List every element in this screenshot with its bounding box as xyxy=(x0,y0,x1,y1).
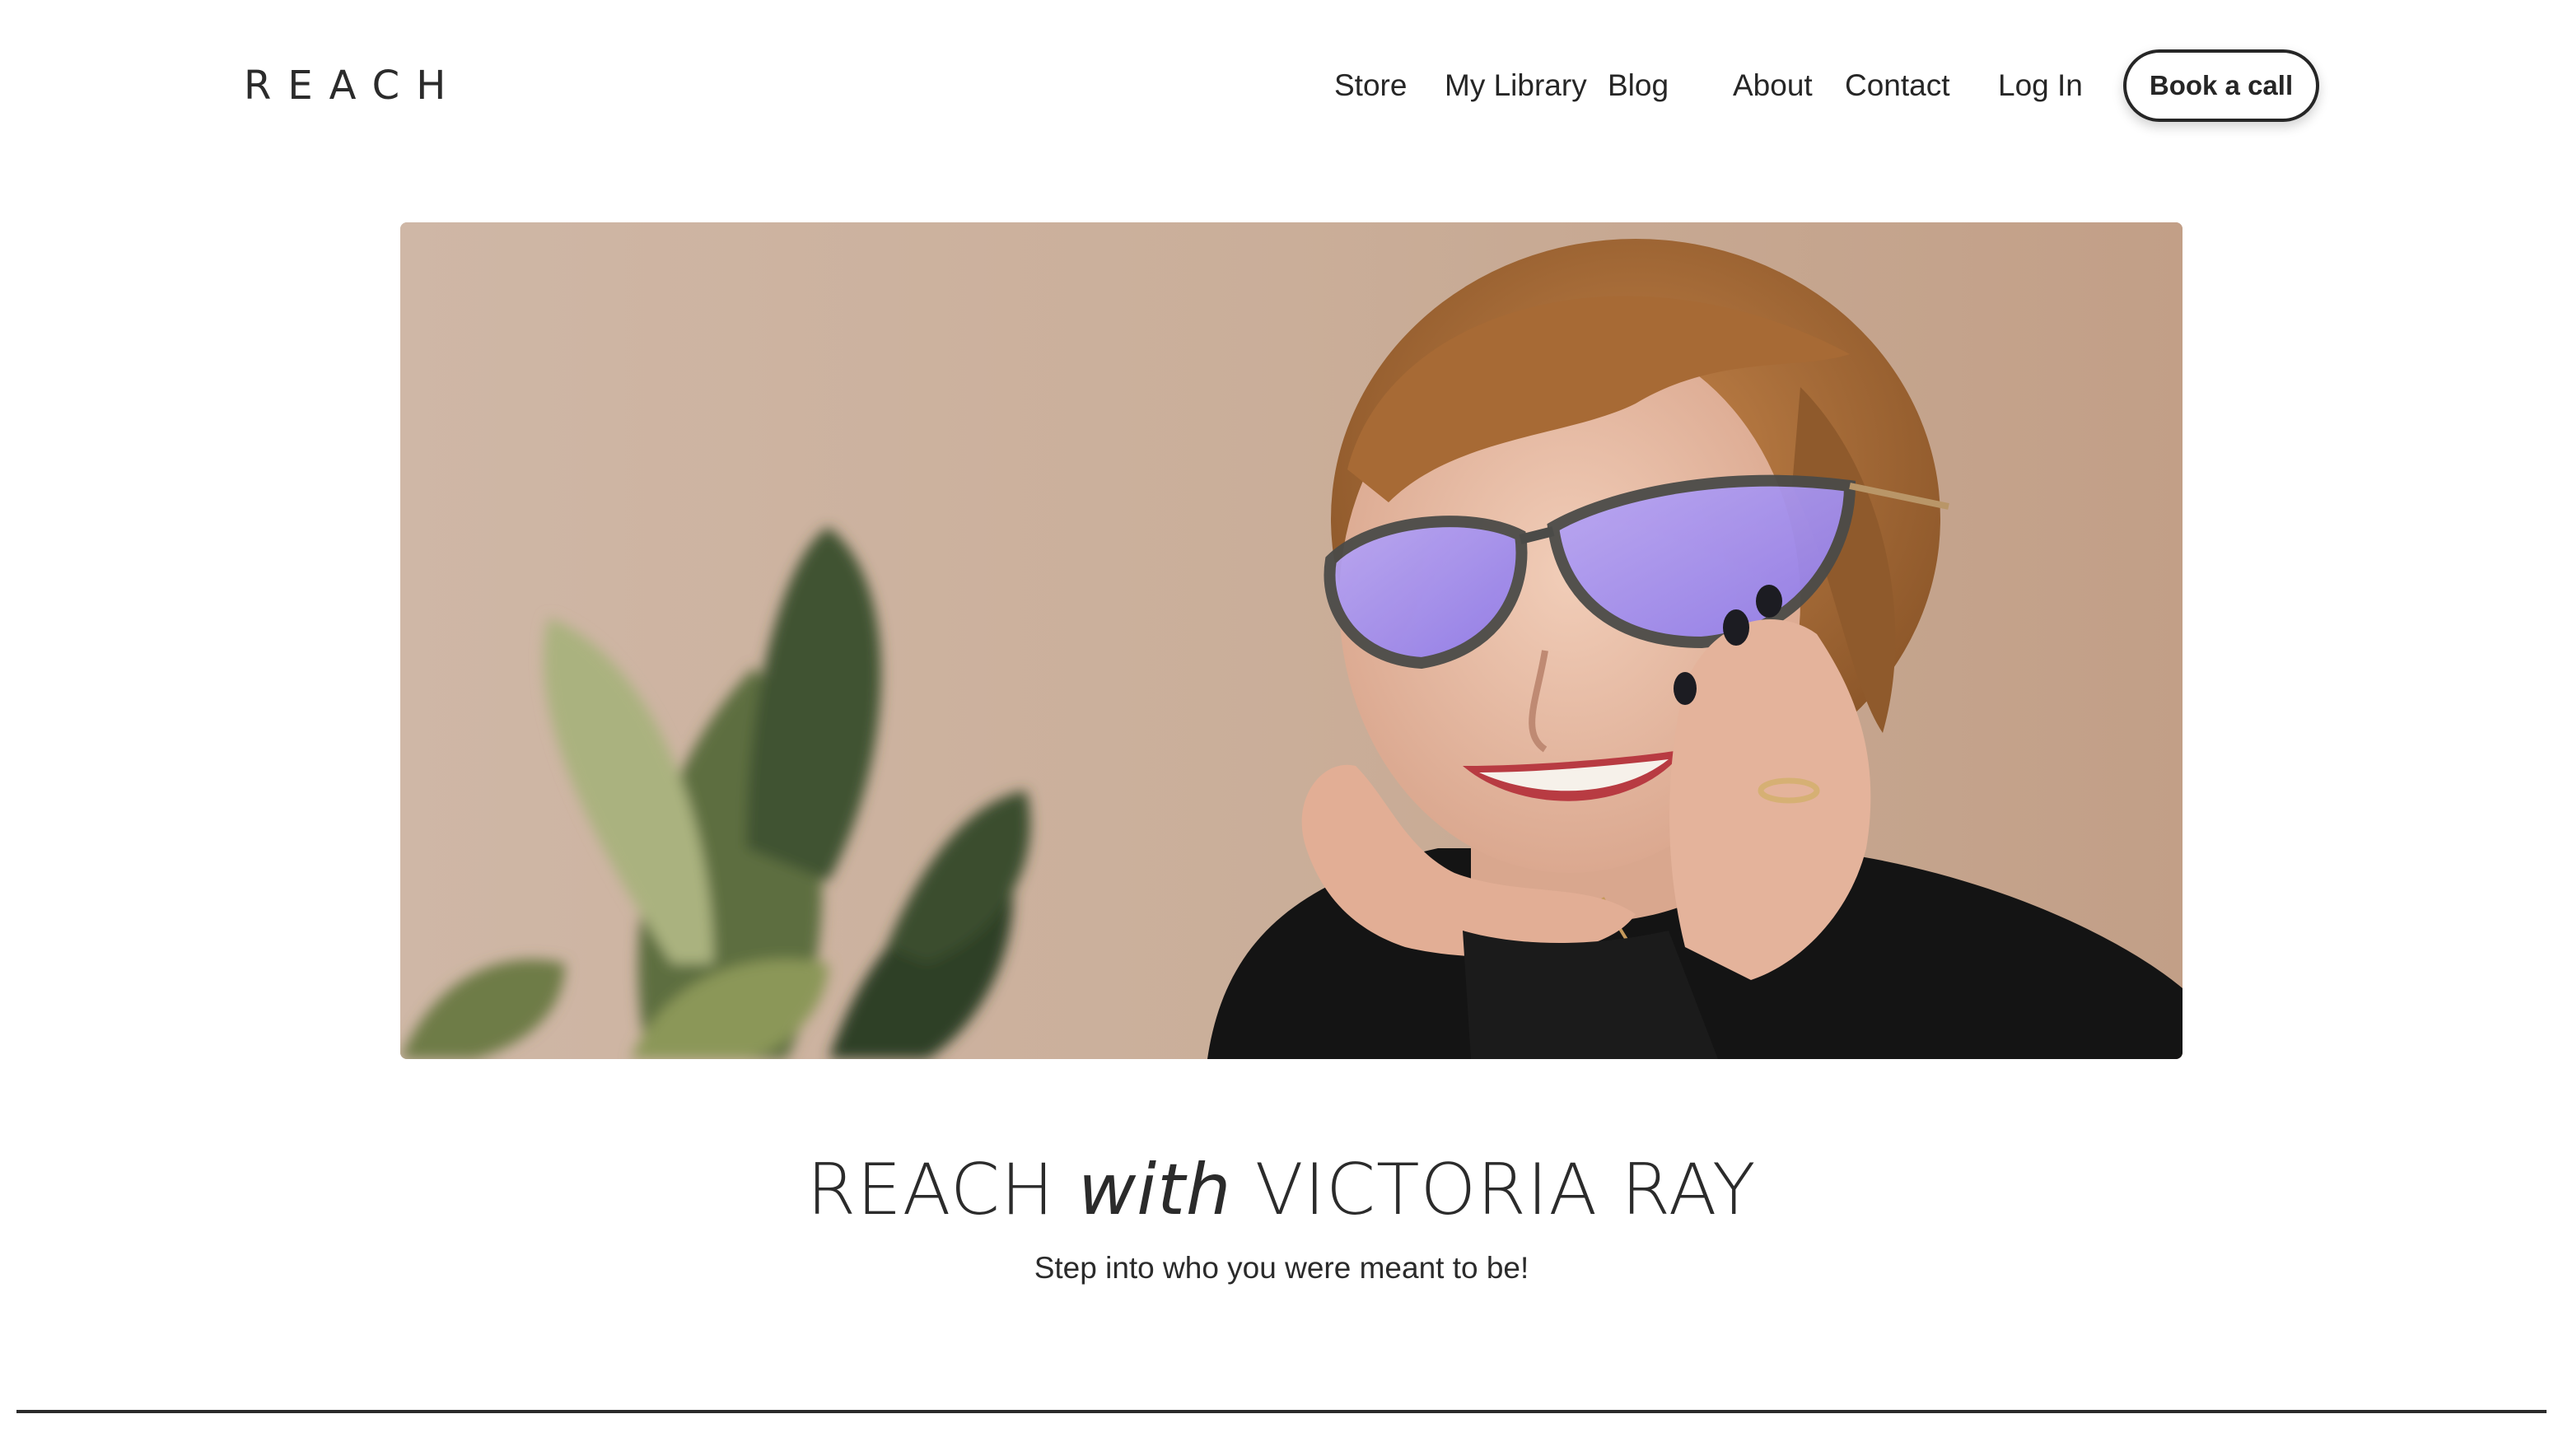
nav-item-store[interactable]: Store xyxy=(1334,64,1407,107)
section-divider xyxy=(16,1410,2547,1413)
title-name: VICTORIA RAY xyxy=(1254,1149,1757,1231)
nav-item-about[interactable]: About xyxy=(1733,64,1813,107)
book-a-call-button[interactable]: Book a call xyxy=(2123,49,2319,122)
hero-image xyxy=(400,222,2183,1059)
nav-item-blog[interactable]: Blog xyxy=(1608,64,1669,107)
nav-item-my-library[interactable]: My Library xyxy=(1445,64,1587,107)
title-prefix: REACH xyxy=(806,1149,1055,1231)
site-logo[interactable]: REACH xyxy=(244,59,462,112)
nav-item-log-in[interactable]: Log In xyxy=(1998,64,2083,107)
title-connector: with xyxy=(1077,1149,1232,1231)
portrait-photo-icon xyxy=(400,222,2183,1059)
nav-item-contact[interactable]: Contact xyxy=(1845,64,1950,107)
landing-page: REACH Store My Library Blog About Contac… xyxy=(0,0,2563,1456)
page-tagline: Step into who you were meant to be! xyxy=(1034,1251,1529,1285)
page-title: REACH with VICTORIA RAY xyxy=(0,1145,2563,1235)
